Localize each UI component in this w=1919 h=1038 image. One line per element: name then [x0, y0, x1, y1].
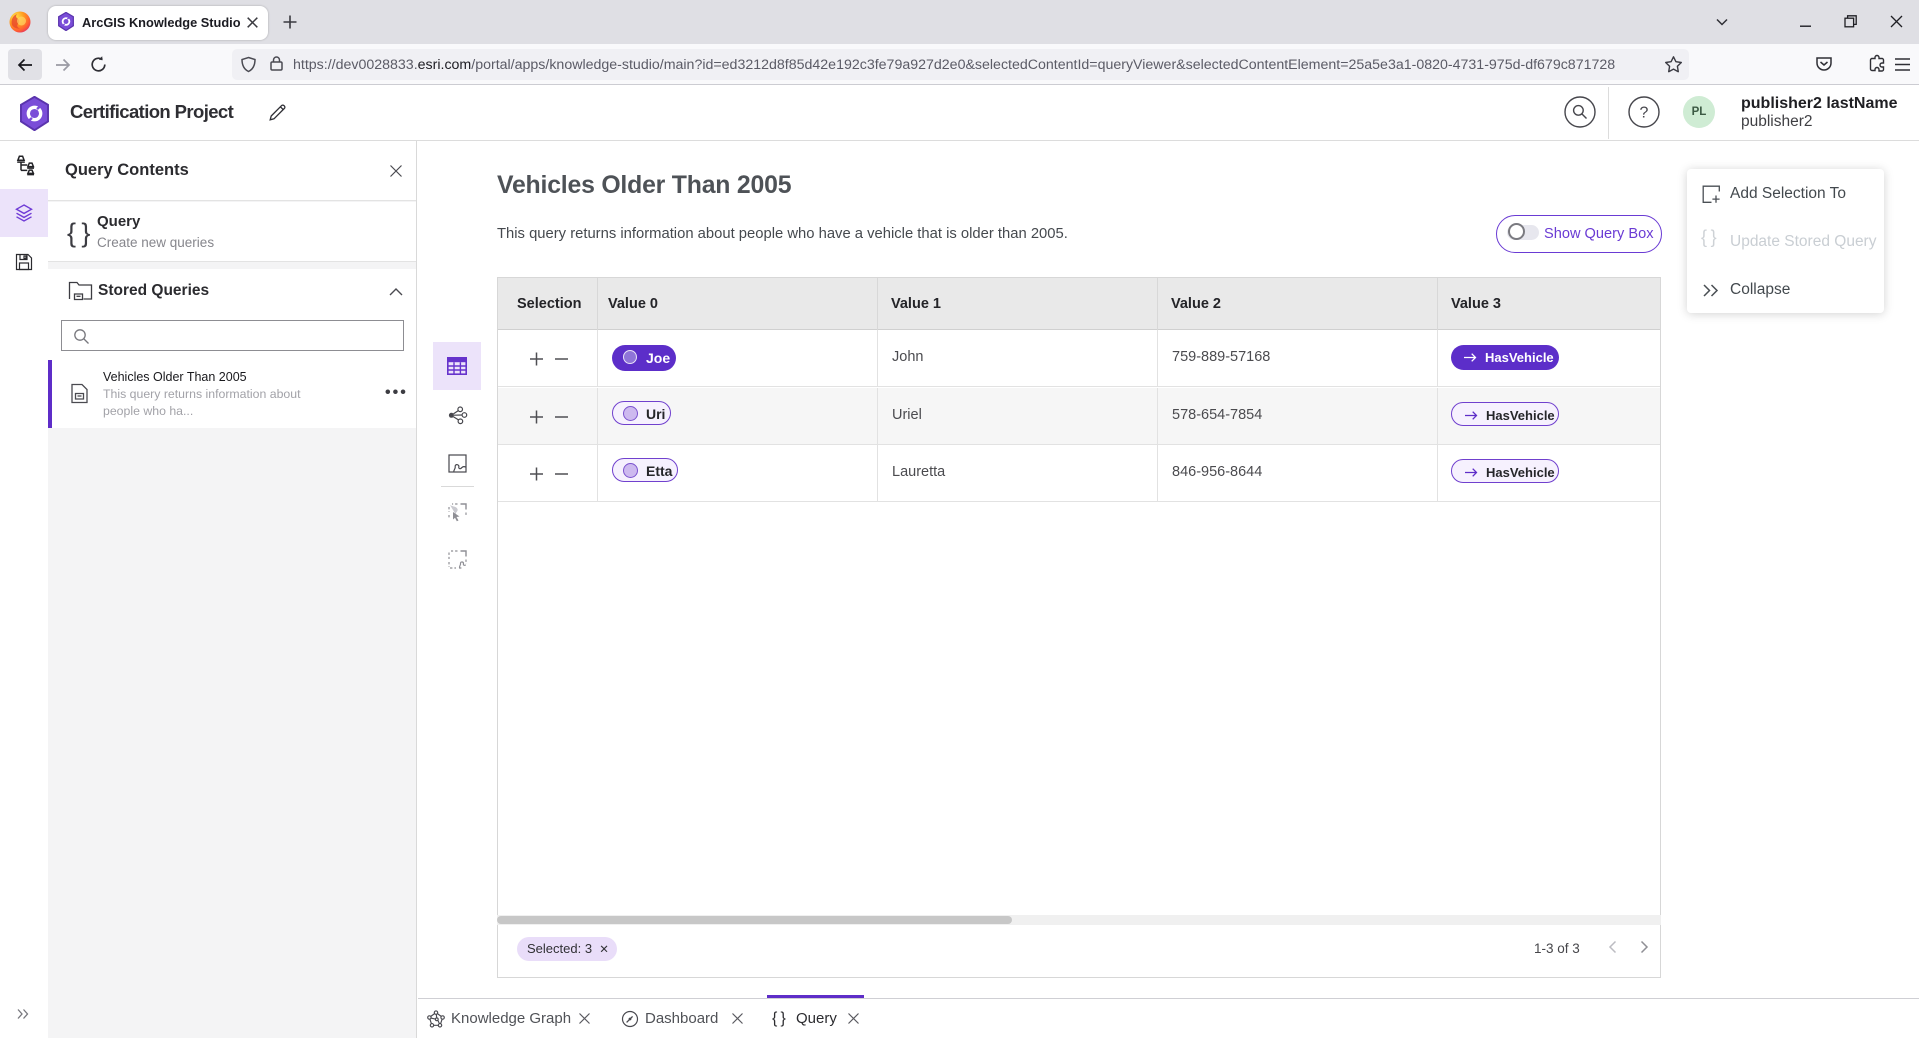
svg-text:{ }: { } [67, 218, 90, 248]
svg-text:?: ? [1640, 105, 1649, 122]
